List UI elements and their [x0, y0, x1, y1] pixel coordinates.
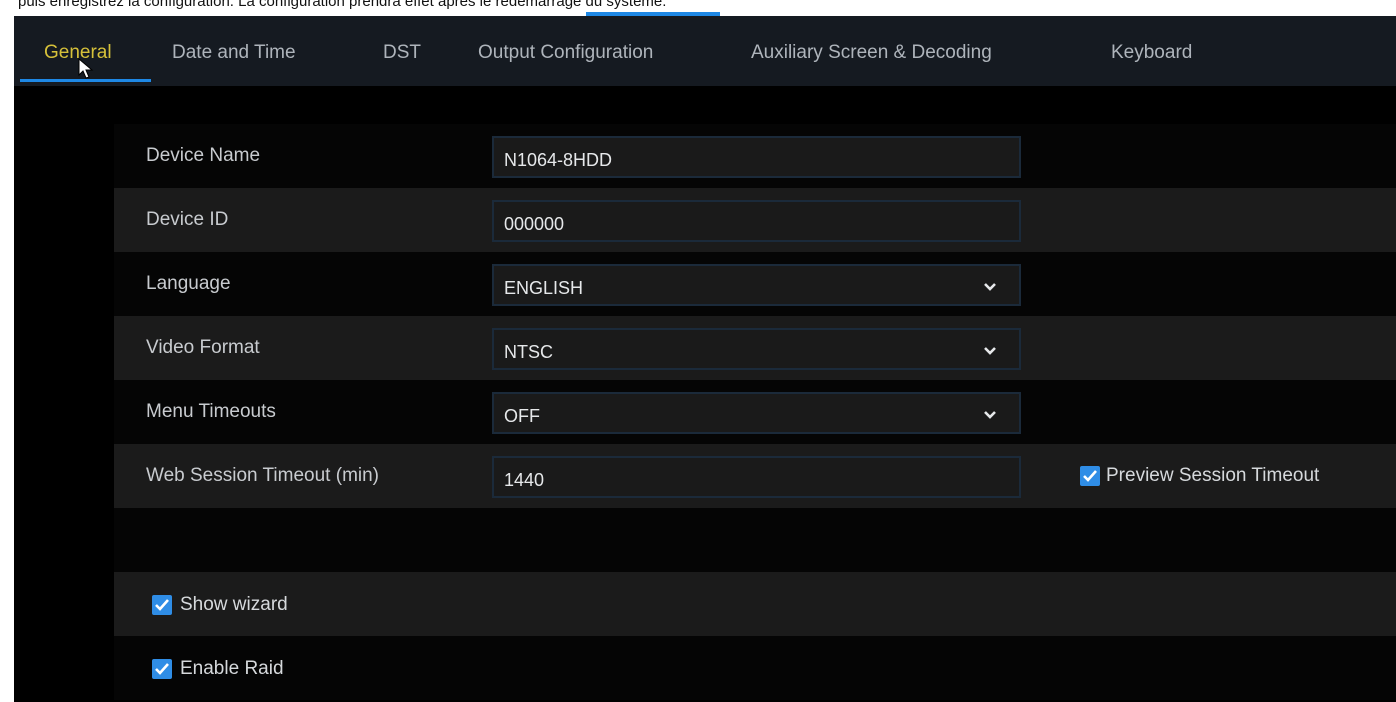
tab-bar: General Date and Time DST Output Configu… — [14, 16, 1396, 86]
settings-panel: General Date and Time DST Output Configu… — [14, 16, 1396, 702]
device-id-value: 000000 — [504, 214, 565, 234]
device-name-label: Device Name — [146, 145, 261, 166]
show-wizard-checkbox[interactable] — [152, 595, 172, 615]
menu-timeouts-row: Menu Timeouts OFF — [114, 380, 1396, 444]
language-select[interactable]: ENGLISH — [492, 264, 1021, 306]
web-session-timeout-value: 1440 — [504, 470, 545, 490]
web-session-timeout-row: Web Session Timeout (min) 1440 Preview S… — [114, 444, 1396, 508]
chevron-down-icon — [984, 283, 996, 291]
show-wizard-row: Show wizard — [114, 572, 1396, 636]
tab-auxiliary-screen-decoding[interactable]: Auxiliary Screen & Decoding — [751, 42, 992, 64]
tab-dst[interactable]: DST — [383, 42, 421, 64]
tab-keyboard[interactable]: Keyboard — [1111, 42, 1192, 64]
device-name-value: N1064-8HDD — [504, 150, 613, 170]
device-id-row: Device ID 000000 — [114, 188, 1396, 252]
menu-timeouts-value: OFF — [504, 406, 540, 426]
enable-raid-label: Enable Raid — [180, 658, 284, 679]
enable-raid-row: Enable Raid — [114, 636, 1396, 700]
video-format-select[interactable]: NTSC — [492, 328, 1021, 370]
preview-session-timeout-checkbox[interactable] — [1080, 466, 1100, 486]
menu-timeouts-select[interactable]: OFF — [492, 392, 1021, 434]
device-name-input[interactable]: N1064-8HDD — [492, 136, 1021, 178]
checkmark-icon — [155, 599, 169, 611]
web-session-timeout-input[interactable]: 1440 — [492, 456, 1021, 498]
menu-timeouts-label: Menu Timeouts — [146, 401, 276, 422]
language-label: Language — [146, 273, 231, 294]
mouse-cursor-icon — [78, 58, 94, 79]
device-id-input[interactable]: 000000 — [492, 200, 1021, 242]
web-session-timeout-label: Web Session Timeout (min) — [146, 465, 380, 486]
document-caption: puis enregistrez la configuration. La co… — [18, 0, 667, 10]
language-value: ENGLISH — [504, 278, 584, 298]
show-wizard-label: Show wizard — [180, 594, 288, 615]
enable-raid-checkbox[interactable] — [152, 659, 172, 679]
language-row: Language ENGLISH — [114, 252, 1396, 316]
tab-date-and-time[interactable]: Date and Time — [172, 42, 296, 64]
tab-output-configuration[interactable]: Output Configuration — [478, 42, 653, 64]
video-format-row: Video Format NTSC — [114, 316, 1396, 380]
preview-session-timeout-label: Preview Session Timeout — [1106, 465, 1320, 486]
video-format-value: NTSC — [504, 342, 553, 362]
device-name-row: Device Name N1064-8HDD — [114, 124, 1396, 188]
spacer-row — [114, 508, 1396, 572]
video-format-label: Video Format — [146, 337, 260, 358]
device-id-label: Device ID — [146, 209, 229, 230]
chevron-down-icon — [984, 411, 996, 419]
checkmark-icon — [155, 663, 169, 675]
chevron-down-icon — [984, 347, 996, 355]
checkmark-icon — [1083, 470, 1097, 482]
